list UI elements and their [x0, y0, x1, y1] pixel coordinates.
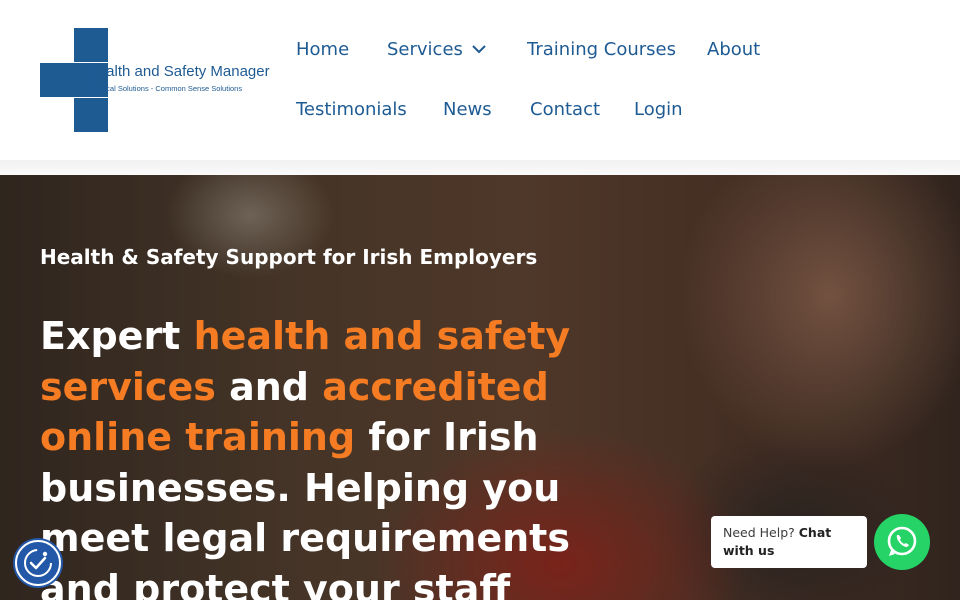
site-header: Health and Safety Manager Practical Solu…: [0, 0, 960, 160]
chevron-down-icon[interactable]: [470, 40, 488, 58]
header-divider: [0, 160, 960, 175]
heading-text: and: [215, 364, 323, 409]
heading-text: Expert: [40, 314, 194, 358]
accessibility-icon: [24, 549, 52, 577]
nav-services[interactable]: Services: [387, 39, 463, 60]
logo-title: Health and Safety Manager: [87, 63, 270, 80]
logo-square: [40, 63, 74, 97]
nav-testimonials[interactable]: Testimonials: [296, 99, 407, 120]
logo-tagline: Practical Solutions - Common Sense Solut…: [87, 84, 243, 93]
logo-square: [74, 98, 108, 132]
nav-home[interactable]: Home: [296, 39, 349, 60]
chat-bubble[interactable]: Need Help? Chat with us: [711, 516, 867, 568]
chat-prefix: Need Help?: [723, 525, 799, 540]
whatsapp-chat-button[interactable]: [874, 514, 930, 570]
hero-heading: Expert health and safety services and ac…: [40, 311, 630, 600]
nav-news[interactable]: News: [443, 99, 492, 120]
nav-login[interactable]: Login: [634, 99, 683, 120]
accessibility-button[interactable]: [15, 540, 61, 586]
nav-training-courses[interactable]: Training Courses: [527, 39, 676, 60]
logo-square: [74, 28, 108, 62]
nav-contact[interactable]: Contact: [530, 99, 600, 120]
site-logo[interactable]: Health and Safety Manager Practical Solu…: [40, 28, 280, 132]
hero-subheading: Health & Safety Support for Irish Employ…: [40, 245, 538, 269]
nav-about[interactable]: About: [707, 39, 760, 60]
whatsapp-icon: [887, 526, 917, 556]
